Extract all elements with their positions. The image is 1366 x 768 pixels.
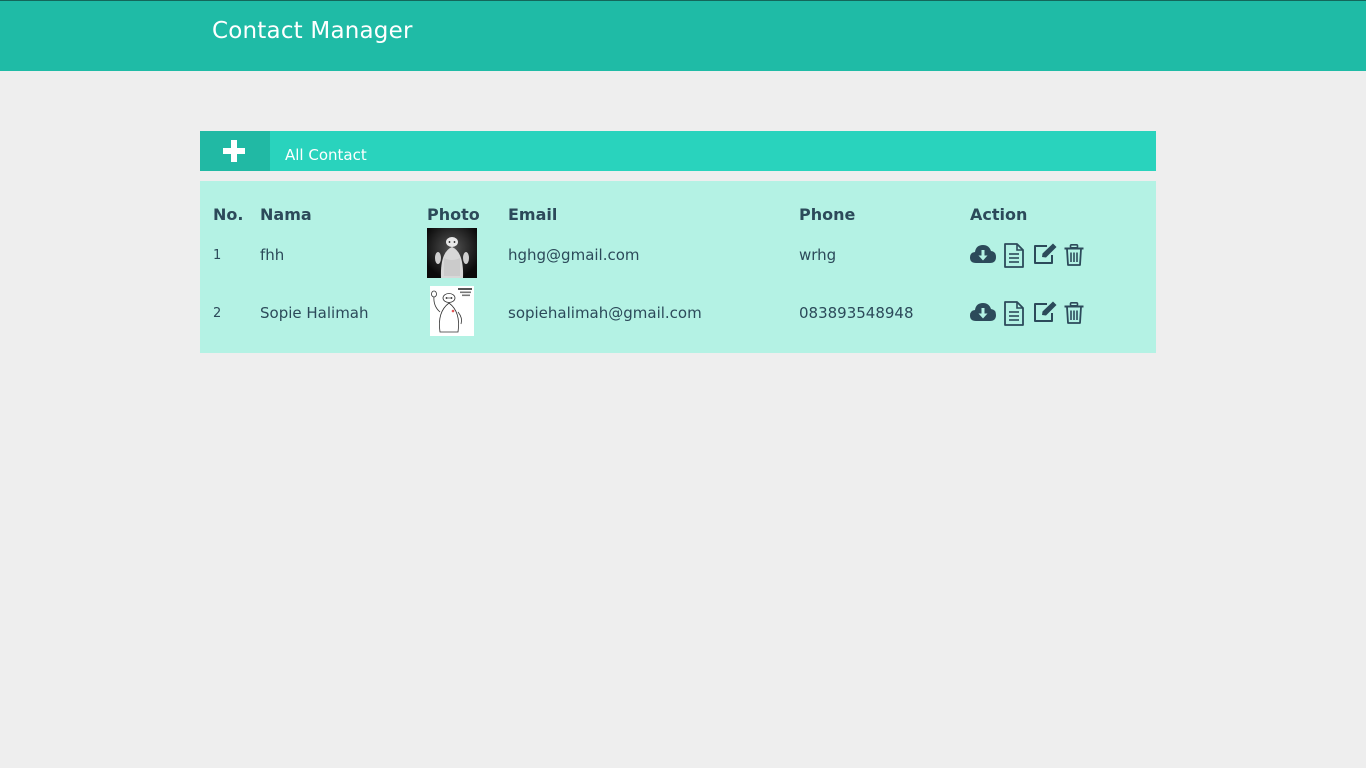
add-contact-button[interactable]: [200, 131, 270, 171]
contacts-panel-header: All Contact: [200, 131, 1156, 171]
row-number: 2: [213, 306, 222, 321]
document-icon[interactable]: [1003, 301, 1025, 326]
column-header-action: Action: [970, 205, 1028, 224]
top-navbar: Contact Manager: [0, 0, 1366, 71]
contact-phone: 083893548948: [799, 304, 914, 322]
contact-email: hghg@gmail.com: [508, 246, 640, 264]
column-header-name: Nama: [260, 205, 312, 224]
panel-title: All Contact: [285, 146, 367, 164]
column-header-photo: Photo: [427, 205, 480, 224]
contact-phone: wrhg: [799, 246, 837, 264]
document-icon[interactable]: [1003, 243, 1025, 268]
edit-icon[interactable]: [1032, 301, 1058, 323]
row-number: 1: [213, 248, 222, 263]
cloud-download-icon[interactable]: [969, 301, 997, 323]
contact-name: fhh: [260, 246, 285, 264]
column-header-email: Email: [508, 205, 558, 224]
edit-icon[interactable]: [1032, 243, 1058, 265]
contact-photo: [427, 286, 477, 336]
column-header-phone: Phone: [799, 205, 856, 224]
contact-email: sopiehalimah@gmail.com: [508, 304, 702, 322]
app-title[interactable]: Contact Manager: [212, 18, 413, 44]
contact-name: Sopie Halimah: [260, 304, 369, 322]
trash-icon[interactable]: [1064, 244, 1084, 266]
contacts-table: No. Nama Photo Email Phone Action 1 fhh …: [200, 181, 1156, 353]
contact-photo: [427, 228, 477, 278]
plus-icon: [223, 140, 245, 162]
trash-icon[interactable]: [1064, 302, 1084, 324]
column-header-no: No.: [213, 205, 244, 224]
cloud-download-icon[interactable]: [969, 243, 997, 265]
